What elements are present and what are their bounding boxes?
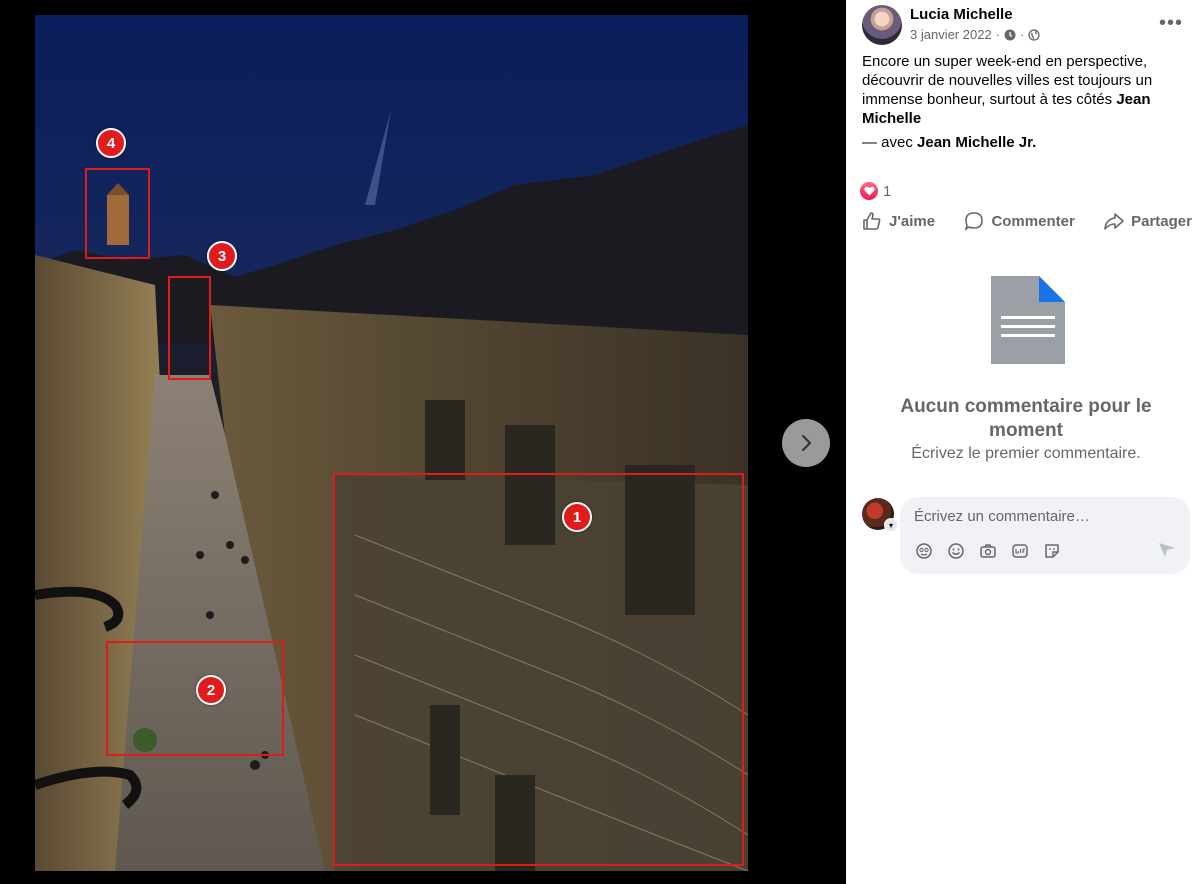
photo-viewer: 1 2 3 4 — [0, 0, 846, 884]
share-button[interactable]: Partager — [1104, 211, 1192, 231]
no-comments-subtitle: Écrivez le premier commentaire. — [911, 445, 1141, 462]
sticker-icon[interactable] — [1042, 541, 1062, 561]
post-photo[interactable]: 1 2 3 4 — [35, 15, 748, 871]
chevron-right-icon — [801, 434, 812, 452]
post-caption: Encore un super week-end en perspective,… — [862, 52, 1182, 128]
chevron-down-icon[interactable]: ▾ — [884, 518, 898, 532]
author-name[interactable]: Lucia Michelle — [910, 6, 1013, 23]
annotation-badge-3: 3 — [207, 241, 237, 271]
post-side-panel: Lucia Michelle 3 janvier 2022 · · ••• En… — [846, 0, 1199, 884]
reactions-summary[interactable]: 1 — [860, 182, 891, 200]
emoji-icon[interactable] — [946, 541, 966, 561]
no-comments-title: Aucun commentaire pour le moment — [900, 396, 1152, 441]
comment-tools — [914, 541, 1062, 561]
annotation-box-4 — [85, 168, 150, 259]
comment-bubble-icon — [965, 212, 984, 231]
reactions-count: 1 — [883, 182, 892, 200]
thumbs-up-icon — [863, 212, 881, 230]
like-label: J'aime — [889, 212, 936, 230]
avatar-sticker-icon[interactable] — [914, 541, 934, 561]
annotation-box-1 — [333, 473, 744, 866]
share-label: Partager — [1131, 212, 1192, 230]
comment-label: Commenter — [991, 212, 1075, 230]
annotation-box-2 — [106, 641, 284, 756]
post-meta: 3 janvier 2022 · · — [910, 27, 1041, 42]
camera-icon[interactable] — [978, 541, 998, 561]
more-options-icon[interactable]: ••• — [1159, 12, 1183, 35]
caption-text: Encore un super week-end en perspective,… — [862, 53, 1153, 108]
annotation-badge-4: 4 — [96, 128, 126, 158]
annotation-box-3 — [168, 276, 211, 380]
love-reaction-icon — [860, 182, 878, 200]
annotation-badge-1: 1 — [562, 502, 592, 532]
with-prefix: — avec — [862, 134, 918, 151]
gif-icon[interactable] — [1010, 541, 1030, 561]
author-avatar[interactable] — [862, 5, 902, 45]
meta-separator-2: · — [1020, 27, 1025, 42]
next-photo-button[interactable] — [782, 419, 830, 467]
annotation-badge-2: 2 — [196, 675, 226, 705]
comment-composer — [900, 497, 1190, 574]
tagged-user-jean-michelle-jr[interactable]: Jean Michelle Jr. — [917, 134, 1036, 151]
send-icon[interactable] — [1158, 542, 1176, 563]
meta-separator: · — [995, 27, 1001, 42]
comment-button[interactable]: Commenter — [964, 211, 1075, 231]
like-button[interactable]: J'aime — [862, 211, 935, 231]
globe-icon[interactable] — [1028, 28, 1041, 41]
document-icon — [991, 276, 1065, 364]
post-date[interactable]: 3 janvier 2022 — [910, 27, 992, 42]
tagged-with-line: — avec Jean Michelle Jr. — [862, 134, 1036, 151]
comment-input[interactable] — [912, 507, 1176, 526]
post-actions-bar: J'aime Commenter Partager — [862, 211, 1192, 231]
share-arrow-icon — [1104, 213, 1124, 230]
clock-icon — [1004, 29, 1016, 40]
